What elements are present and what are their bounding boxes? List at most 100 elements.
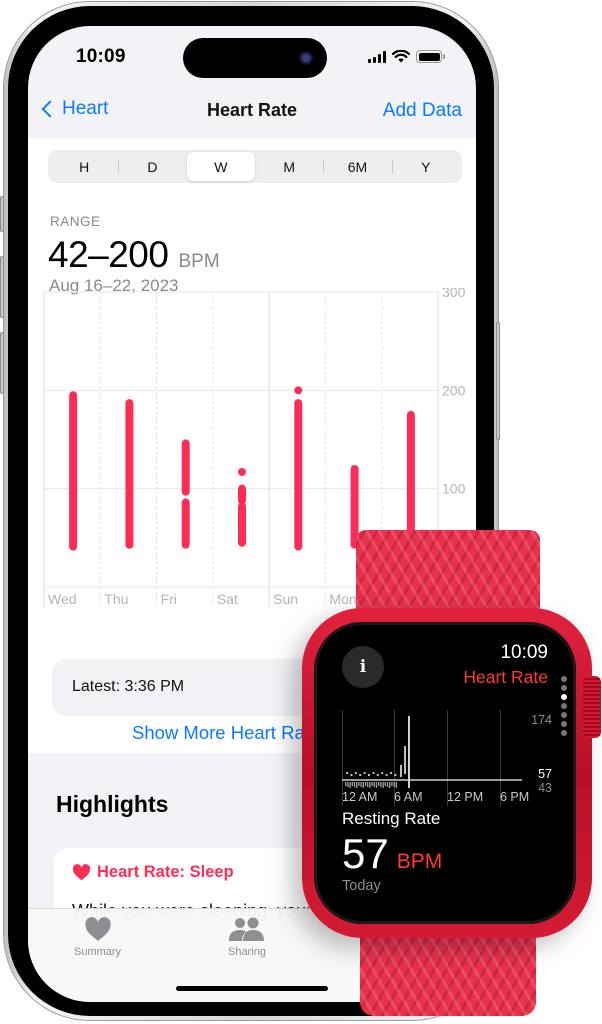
tab-sharing[interactable]: Sharing <box>228 917 266 958</box>
watch-data-mark <box>372 772 375 774</box>
watch-data-mark <box>373 782 375 787</box>
x-tick-label: Sun <box>273 591 298 607</box>
heart-icon <box>72 864 91 881</box>
watch-data-mark <box>345 782 347 786</box>
y-tick-label: 200 <box>442 382 466 398</box>
page-dot <box>561 676 567 682</box>
apple-watch: i 10:09 Heart Rate 174 57 43 12 AM 6 AM 12… <box>300 526 602 1024</box>
x-tick-label: Thu <box>104 591 128 607</box>
tab-summary-label: Summary <box>74 946 122 958</box>
power-button <box>496 322 500 440</box>
watch-app-title: Heart Rate <box>463 667 548 687</box>
watch-data-mark <box>371 782 373 786</box>
segment-hour[interactable]: H <box>50 152 118 181</box>
watch-data-mark <box>391 782 393 786</box>
watch-data-mark <box>376 774 379 776</box>
segment-year[interactable]: Y <box>391 152 460 181</box>
watch-data-mark <box>375 782 378 788</box>
x-tick-label: Wed <box>48 591 77 607</box>
watch-x-label: 12 AM <box>342 790 378 804</box>
watch-data-mark <box>390 772 392 774</box>
watch-data-mark <box>356 782 358 788</box>
y-tick-label: 300 <box>442 288 466 300</box>
segment-day[interactable]: D <box>118 152 186 181</box>
battery-icon <box>416 50 445 63</box>
watch-data-mark <box>363 772 366 774</box>
watch-data-mark <box>408 716 410 788</box>
x-tick-label: Sat <box>217 591 238 607</box>
time-range-segmented-control: H D W M 6M Y <box>48 150 462 183</box>
volume-up-button <box>0 256 4 318</box>
y-tick-label: 100 <box>442 481 466 497</box>
page-dot <box>561 685 567 691</box>
page-dot <box>561 694 567 700</box>
range-unit: BPM <box>178 251 220 272</box>
camera-icon <box>299 51 313 65</box>
tab-summary[interactable]: Summary <box>74 917 121 958</box>
watch-data-mark <box>380 782 382 787</box>
highlight-card-title: Heart Rate: Sleep <box>97 863 234 881</box>
watch-y-current-label: 57 <box>538 767 552 781</box>
navigation-bar: Heart Heart Rate Add Data <box>28 90 476 134</box>
watch-data-mark <box>381 772 384 774</box>
watch-data-mark <box>404 746 406 774</box>
highlights-heading: Highlights <box>56 791 169 817</box>
watch-x-label: 6 AM <box>394 790 423 804</box>
range-number: 42–200 <box>48 234 169 275</box>
watch-time: 10:09 <box>500 642 548 663</box>
watch-data-mark <box>384 782 386 786</box>
watch-data-mark <box>367 782 369 787</box>
page-dot <box>561 730 567 736</box>
resting-rate-number: 57 <box>342 830 389 877</box>
watch-data-mark <box>358 782 360 786</box>
x-tick-label: Fri <box>161 591 177 607</box>
heart-icon <box>84 917 111 941</box>
watch-data-mark <box>393 782 395 787</box>
segment-week[interactable]: W <box>186 152 255 181</box>
watch-data-mark <box>368 774 370 776</box>
watch-data-mark <box>350 774 353 776</box>
wifi-icon <box>392 50 410 63</box>
watch-data-mark <box>385 774 388 776</box>
watch-data-mark <box>400 765 402 777</box>
watch-data-mark <box>347 782 349 787</box>
resting-rate-label: Resting Rate <box>342 809 441 828</box>
watch-data-mark <box>359 774 362 776</box>
watch-data-mark <box>354 772 357 774</box>
watch-data-mark <box>378 782 380 786</box>
segment-month[interactable]: M <box>255 152 323 181</box>
segment-6-months[interactable]: 6M <box>323 152 391 181</box>
watch-data-mark <box>369 782 371 788</box>
info-button[interactable]: i <box>342 646 384 688</box>
watch-y-max-label: 174 <box>531 713 552 727</box>
range-value: 42–200 BPM <box>48 234 220 276</box>
range-label: RANGE <box>50 214 101 229</box>
watch-data-mark <box>346 772 348 774</box>
watch-data-mark <box>386 782 389 787</box>
watch-screen: i 10:09 Heart Rate 174 57 43 12 AM 6 AM 12… <box>314 622 576 924</box>
status-icons <box>368 50 445 63</box>
page-indicator <box>561 676 567 736</box>
watch-data-mark <box>389 782 391 788</box>
watch-data-mark <box>382 782 384 788</box>
action-button <box>0 196 4 232</box>
digital-crown[interactable] <box>583 676 601 738</box>
people-icon <box>229 917 264 941</box>
page-dot <box>561 712 567 718</box>
watch-data-mark <box>362 782 364 788</box>
page-dot <box>561 703 567 709</box>
watch-y-min-label: 43 <box>538 781 552 795</box>
watch-data-mark <box>349 782 351 788</box>
watch-data-mark <box>395 782 397 788</box>
cellular-signal-icon <box>368 50 386 63</box>
watch-data-mark <box>360 782 362 787</box>
status-time: 10:09 <box>76 46 126 67</box>
watch-data-mark <box>351 782 353 786</box>
watch-x-label: 12 PM <box>447 790 484 804</box>
watch-x-label: 6 PM <box>500 790 530 804</box>
add-data-button[interactable]: Add Data <box>383 100 462 122</box>
watch-data-mark <box>394 774 397 776</box>
page-dot <box>561 721 567 727</box>
latest-reading-text: Latest: 3:36 PM <box>72 678 185 695</box>
watch-data-mark <box>353 782 356 787</box>
